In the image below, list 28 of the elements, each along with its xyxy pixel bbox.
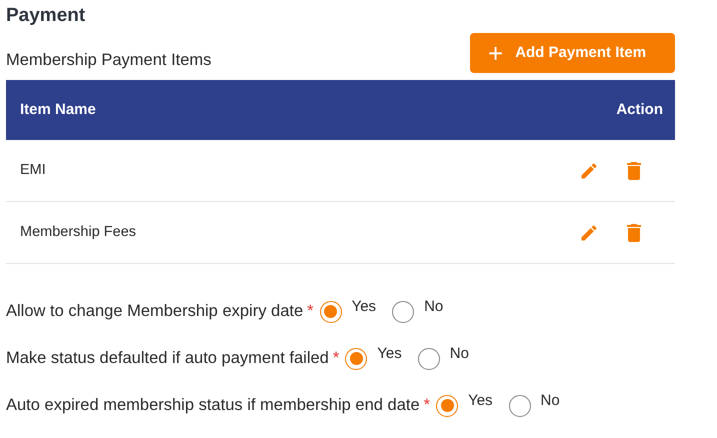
radio-button[interactable] bbox=[436, 394, 458, 416]
radio-button[interactable] bbox=[418, 348, 440, 370]
radio-label[interactable]: No bbox=[450, 343, 469, 366]
setting-label: Make status defaulted if auto payment failed bbox=[6, 348, 329, 370]
radio-button[interactable] bbox=[508, 394, 531, 416]
radio-button[interactable] bbox=[320, 300, 342, 322]
column-header: Action bbox=[616, 100, 663, 120]
trash-icon[interactable] bbox=[625, 222, 643, 242]
section-title: Payment bbox=[6, 4, 86, 28]
radio-button[interactable] bbox=[345, 348, 368, 370]
radio-label[interactable]: No bbox=[424, 296, 444, 319]
trash-icon[interactable] bbox=[625, 160, 643, 180]
radio-label[interactable]: Yes bbox=[468, 390, 493, 413]
radio-label[interactable]: Yes bbox=[377, 343, 402, 366]
radio-label[interactable]: Yes bbox=[352, 296, 376, 319]
radio-button[interactable] bbox=[392, 300, 414, 322]
pencil-icon[interactable] bbox=[579, 160, 599, 180]
required-mark: * bbox=[307, 301, 314, 322]
required-mark: * bbox=[332, 348, 340, 370]
section-subtitle: Membership Payment Items bbox=[6, 50, 212, 72]
column-header: Item Name bbox=[20, 100, 96, 120]
table-cell-text: EMI bbox=[20, 160, 46, 180]
pencil-icon[interactable] bbox=[579, 222, 599, 242]
table-cell-text: Membership Fees bbox=[20, 222, 136, 242]
setting-label: Allow to change Membership expiry date bbox=[6, 301, 304, 322]
radio-label[interactable]: No bbox=[540, 390, 560, 413]
required-mark: * bbox=[424, 395, 430, 416]
setting-label: Auto expired membership status if membership end date bbox=[6, 395, 420, 416]
